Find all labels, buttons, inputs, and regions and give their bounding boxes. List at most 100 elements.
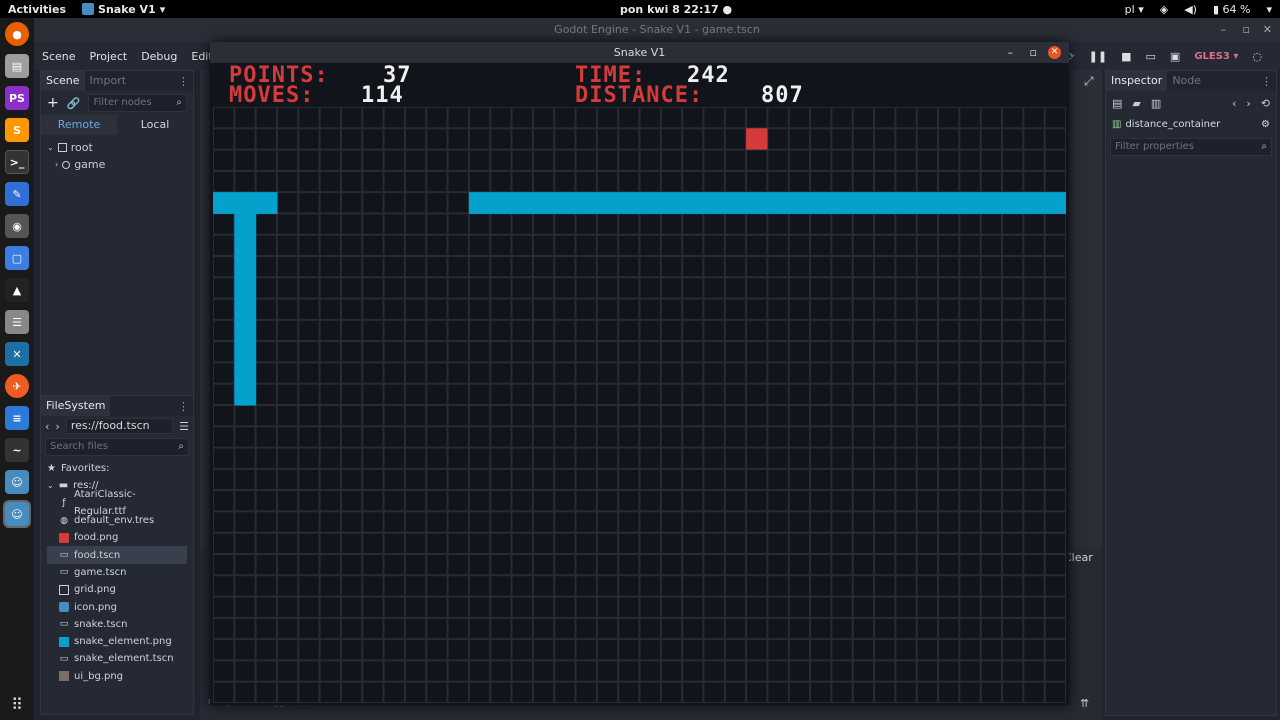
system-monitor-icon[interactable]: ~	[5, 438, 29, 462]
new-resource-icon[interactable]: ▤	[1112, 97, 1122, 110]
snake-segment	[639, 192, 662, 214]
filesystem-search-row: Search files ⌕	[41, 436, 193, 458]
file-item[interactable]: ▭ snake_element.tscn	[47, 650, 187, 667]
file-item[interactable]: icon.png	[47, 598, 187, 615]
filesystem-dock-tabs: FileSystem ⋮	[41, 396, 193, 416]
document-icon[interactable]: ≡	[5, 406, 29, 430]
tree-item-root[interactable]: ⌄ root	[47, 139, 187, 156]
tab-inspector[interactable]: Inspector	[1106, 71, 1168, 91]
snake-segment	[874, 192, 896, 214]
snake-segment	[554, 192, 577, 214]
expand-panel-icon[interactable]: ⇈	[1080, 697, 1089, 710]
maximize-icon[interactable]: ▫	[1030, 42, 1037, 63]
favorites-item[interactable]: ★ Favorites:	[47, 460, 187, 477]
show-applications-icon[interactable]: ⠿	[8, 696, 26, 714]
distance-value: 807	[761, 83, 804, 108]
file-item[interactable]: ui_bg.png	[47, 668, 187, 685]
file-item[interactable]: ▭ snake.tscn	[47, 616, 187, 633]
system-tray[interactable]: pl ▾ ◈ ◀) ▮ 64 % ▾	[1125, 3, 1272, 16]
game-window: Snake V1 – ▫ ✕ POINTS: 37 MOVES: 114 TIM…	[210, 42, 1069, 705]
file-item[interactable]: ▭ food.tscn	[47, 546, 187, 564]
history-icon[interactable]: ⟲	[1261, 97, 1270, 110]
game-title-bar: Snake V1 – ▫ ✕	[210, 42, 1069, 63]
file-item[interactable]: ƒ AtariClassic-Regular.ttf	[47, 489, 187, 517]
chevron-down-icon[interactable]: ⌄	[47, 139, 54, 156]
close-icon[interactable]: ✕	[1263, 18, 1272, 42]
tab-node[interactable]: Node	[1167, 71, 1206, 91]
file-item[interactable]: ▭ game.tscn	[47, 564, 187, 581]
pause-icon[interactable]: ❚❚	[1089, 50, 1107, 63]
postman-icon[interactable]: ✈	[5, 374, 29, 398]
godot-icon[interactable]: ☺	[5, 470, 29, 494]
minimize-icon[interactable]: –	[1221, 18, 1227, 42]
tab-scene[interactable]: Scene	[41, 71, 85, 91]
back-icon[interactable]: ‹	[1232, 97, 1236, 110]
search-files-input[interactable]: Search files ⌕	[45, 438, 189, 456]
dock-menu-icon[interactable]: ⋮	[178, 75, 193, 88]
filter-properties-input[interactable]: Filter properties ⌕	[1110, 138, 1272, 156]
filesystem-dock: FileSystem ⋮ ‹ › res://food.tscn ☰ Searc…	[40, 395, 194, 715]
open-folder-icon[interactable]: ▰	[1132, 97, 1140, 110]
inkscape-icon[interactable]: ▲	[5, 278, 29, 302]
snake-segment	[895, 192, 918, 214]
add-node-icon[interactable]: +	[47, 95, 59, 111]
file-item[interactable]: grid.png	[47, 581, 187, 598]
snake-segment	[468, 192, 491, 214]
tab-import[interactable]: Import	[85, 71, 132, 91]
snake-segment	[980, 192, 1003, 214]
stop-icon[interactable]: ■	[1121, 50, 1131, 63]
local-button[interactable]: Local	[117, 115, 193, 135]
files-icon[interactable]: ▤	[5, 54, 29, 78]
save-icon[interactable]: ▥	[1151, 97, 1161, 110]
app-menu[interactable]: Snake V1 ▾	[82, 3, 165, 16]
tab-filesystem[interactable]: FileSystem	[41, 396, 111, 416]
menu-scene[interactable]: Scene	[42, 50, 76, 63]
text-editor-icon[interactable]: ✎	[5, 182, 29, 206]
restore-icon[interactable]: ▫	[1243, 18, 1250, 42]
minimize-icon[interactable]: –	[1008, 42, 1014, 63]
database-icon[interactable]: ☰	[5, 310, 29, 334]
sublime-icon[interactable]: S	[5, 118, 29, 142]
back-icon[interactable]: ‹	[45, 420, 49, 433]
webstorm-icon[interactable]: ✕	[5, 342, 29, 366]
filter-nodes-input[interactable]: Filter nodes ⌕	[88, 94, 187, 112]
clock[interactable]: pon kwi 8 22:17 ●	[620, 3, 732, 16]
chevron-right-icon[interactable]: ›	[55, 156, 58, 173]
inspected-node[interactable]: ▥ distance_container ⚙	[1106, 115, 1276, 135]
link-icon[interactable]: 🔗	[67, 97, 81, 110]
terminal-icon[interactable]: >_	[5, 150, 29, 174]
path-field[interactable]: res://food.tscn	[65, 418, 174, 434]
close-icon[interactable]: ✕	[1048, 46, 1061, 59]
menu-project[interactable]: Project	[90, 50, 128, 63]
forward-icon[interactable]: ›	[55, 420, 59, 433]
file-item[interactable]: food.png	[47, 529, 187, 546]
remote-button[interactable]: Remote	[41, 115, 117, 135]
file-item-label: snake_element.tscn	[74, 653, 174, 665]
play-scene-icon[interactable]: ▭	[1146, 50, 1156, 63]
snake-segment	[255, 192, 278, 214]
tools-icon[interactable]: ⚙	[1261, 115, 1276, 135]
phpstorm-icon[interactable]: PS	[5, 86, 29, 110]
editor-title-bar: Godot Engine - Snake V1 - game.tscn – ▫ …	[34, 18, 1280, 42]
menu-debug[interactable]: Debug	[141, 50, 177, 63]
forward-icon[interactable]: ›	[1246, 97, 1250, 110]
language-indicator[interactable]: pl ▾	[1125, 3, 1144, 16]
play-custom-icon[interactable]: ▣	[1170, 50, 1180, 63]
godot-active-icon[interactable]: ☺	[3, 500, 31, 528]
scene-tree: ⌄ root › game	[41, 135, 193, 177]
chevron-down-icon[interactable]: ⌄	[47, 477, 54, 494]
gimp-icon[interactable]: ◉	[5, 214, 29, 238]
screenshot-icon[interactable]: ▢	[5, 246, 29, 270]
activities-button[interactable]: Activities	[0, 3, 74, 16]
distraction-free-icon[interactable]: ⤢	[1084, 74, 1094, 89]
dock-menu-icon[interactable]: ⋮	[178, 400, 193, 413]
dock-menu-icon[interactable]: ⋮	[1261, 75, 1276, 88]
snake-segment	[618, 192, 640, 214]
firefox-icon[interactable]: ●	[5, 22, 29, 46]
tree-item-game[interactable]: › game	[47, 156, 187, 173]
split-view-icon[interactable]: ☰	[179, 420, 189, 433]
game-viewport[interactable]: POINTS: 37 MOVES: 114 TIME: 242 DISTANCE…	[213, 63, 1066, 703]
file-item[interactable]: snake_element.png	[47, 633, 187, 650]
snake-segment	[234, 298, 257, 321]
renderer-select[interactable]: GLES3 ▾	[1194, 51, 1238, 62]
